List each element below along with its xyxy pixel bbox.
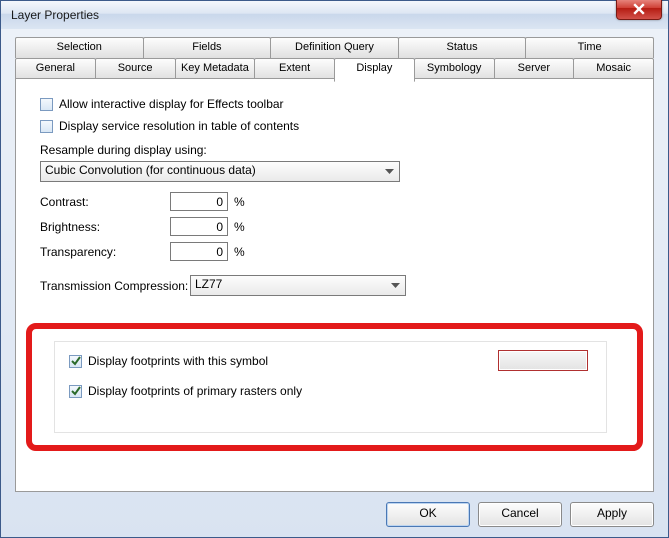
tab-control: SelectionFieldsDefinition QueryStatusTim… bbox=[15, 37, 654, 492]
allow-interactive-row: Allow interactive display for Effects to… bbox=[40, 97, 629, 111]
tab-fields[interactable]: Fields bbox=[143, 37, 272, 58]
brightness-unit: % bbox=[228, 220, 248, 234]
brightness-label: Brightness: bbox=[40, 220, 170, 234]
contrast-unit: % bbox=[228, 195, 248, 209]
tab-key-metadata[interactable]: Key Metadata bbox=[175, 58, 256, 79]
transparency-input[interactable] bbox=[170, 242, 228, 261]
transparency-label: Transparency: bbox=[40, 245, 170, 259]
tab-status[interactable]: Status bbox=[398, 37, 527, 58]
tab-display[interactable]: Display bbox=[334, 58, 415, 82]
resample-select-value: Cubic Convolution (for continuous data) bbox=[45, 163, 256, 177]
tab-mosaic[interactable]: Mosaic bbox=[573, 58, 654, 79]
svc-resolution-label: Display service resolution in table of c… bbox=[59, 119, 299, 133]
close-button[interactable] bbox=[616, 0, 662, 20]
brightness-input[interactable] bbox=[170, 217, 228, 236]
resample-select-wrap: Cubic Convolution (for continuous data) bbox=[40, 161, 400, 182]
resample-label: Resample during display using: bbox=[40, 143, 629, 157]
transmission-label: Transmission Compression: bbox=[40, 279, 190, 293]
close-icon bbox=[633, 3, 645, 15]
window-title: Layer Properties bbox=[1, 8, 99, 22]
tab-time[interactable]: Time bbox=[525, 37, 654, 58]
contrast-input[interactable] bbox=[170, 192, 228, 211]
transmission-select[interactable]: LZ77 bbox=[190, 275, 406, 296]
tab-definition-query[interactable]: Definition Query bbox=[270, 37, 399, 58]
footprints-primary-row: Display footprints of primary rasters on… bbox=[69, 384, 592, 398]
transmission-select-value: LZ77 bbox=[195, 277, 222, 291]
symbol-preview-button[interactable] bbox=[498, 350, 588, 371]
cancel-button[interactable]: Cancel bbox=[478, 502, 562, 527]
apply-button[interactable]: Apply bbox=[570, 502, 654, 527]
tab-source[interactable]: Source bbox=[95, 58, 176, 79]
tab-symbology[interactable]: Symbology bbox=[414, 58, 495, 79]
dialog-buttons: OK Cancel Apply bbox=[386, 502, 654, 527]
svc-resolution-checkbox[interactable] bbox=[40, 120, 53, 133]
footprints-primary-label: Display footprints of primary rasters on… bbox=[88, 384, 302, 398]
client-area: SelectionFieldsDefinition QueryStatusTim… bbox=[1, 29, 668, 537]
transparency-unit: % bbox=[228, 245, 248, 259]
allow-interactive-checkbox[interactable] bbox=[40, 98, 53, 111]
footprints-primary-checkbox[interactable] bbox=[69, 385, 82, 398]
title-bar: Layer Properties bbox=[1, 1, 668, 30]
contrast-label: Contrast: bbox=[40, 195, 170, 209]
tab-server-functions[interactable]: Server Functions bbox=[494, 58, 575, 79]
tab-selection[interactable]: Selection bbox=[15, 37, 144, 58]
svc-resolution-row: Display service resolution in table of c… bbox=[40, 119, 629, 133]
tab-general[interactable]: General bbox=[15, 58, 96, 79]
footprints-symbol-label: Display footprints with this symbol bbox=[88, 354, 268, 368]
tab-panel-display: Allow interactive display for Effects to… bbox=[15, 78, 654, 492]
tab-extent[interactable]: Extent bbox=[254, 58, 335, 79]
ok-button[interactable]: OK bbox=[386, 502, 470, 527]
footprints-symbol-checkbox[interactable] bbox=[69, 355, 82, 368]
allow-interactive-label: Allow interactive display for Effects to… bbox=[59, 97, 284, 111]
resample-select[interactable]: Cubic Convolution (for continuous data) bbox=[40, 161, 400, 182]
footprints-group: Display footprints with this symbol Disp… bbox=[54, 341, 607, 433]
